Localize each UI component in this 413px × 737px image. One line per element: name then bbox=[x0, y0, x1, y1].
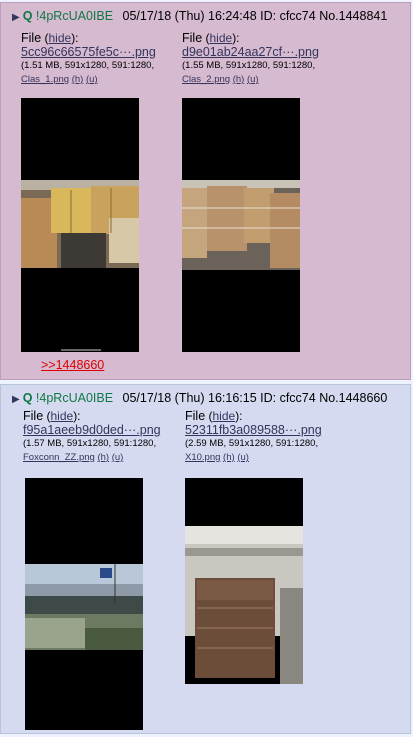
file-meta: (1.51 MB, 591x1280, 591:1280, bbox=[21, 60, 155, 71]
file-info-1: File (hide): f95a1aeeb9d0ded···.png (1.5… bbox=[23, 409, 161, 463]
photo-crowd-outdoor bbox=[25, 564, 143, 650]
file-label: File bbox=[182, 31, 203, 45]
photo-warehouse-boxes bbox=[182, 180, 300, 270]
backlink-reply[interactable]: >>1448660 bbox=[41, 358, 104, 372]
original-filename-link[interactable]: X10.png bbox=[185, 452, 220, 463]
poster-id[interactable]: ID: cfcc74 bbox=[260, 9, 316, 23]
photo-factory-boxes bbox=[185, 526, 303, 684]
h-link[interactable]: (h) bbox=[97, 452, 109, 463]
file-meta: (1.55 MB, 591x1280, 591:1280, bbox=[182, 60, 316, 71]
post-datetime: 05/17/18 (Thu) 16:16:15 bbox=[122, 391, 257, 405]
thumbnail-image-clas-1[interactable] bbox=[21, 98, 139, 352]
file-info-2: File (hide): 52311fb3a089588···.png (2.5… bbox=[185, 409, 322, 463]
triangle-expand-icon[interactable]: ▶ bbox=[12, 12, 20, 23]
hide-link[interactable]: hide bbox=[213, 409, 236, 423]
tripcode: !4pRcUA0IBE bbox=[35, 9, 114, 23]
u-link[interactable]: (u) bbox=[247, 74, 259, 85]
thumbnail-image-foxconn-zz[interactable] bbox=[25, 478, 143, 730]
h-link[interactable]: (h) bbox=[223, 452, 235, 463]
u-link[interactable]: (u) bbox=[237, 452, 249, 463]
tripcode: !4pRcUA0IBE bbox=[35, 391, 114, 405]
post-number[interactable]: No.1448841 bbox=[319, 9, 387, 23]
hide-link[interactable]: hide bbox=[49, 31, 72, 45]
post-header: ▶ Q !4pRcUA0IBE 05/17/18 (Thu) 16:24:48 I… bbox=[12, 9, 387, 23]
original-filename-link[interactable]: Foxconn_ZZ.png bbox=[23, 452, 95, 463]
file-meta: (1.57 MB, 591x1280, 591:1280, bbox=[23, 438, 157, 449]
file-name-link[interactable]: d9e01ab24aa27cf···.png bbox=[182, 45, 319, 59]
thumbnail-image-x10[interactable] bbox=[185, 478, 303, 684]
file-name-link[interactable]: 5cc96c66575fe5c···.png bbox=[21, 45, 156, 59]
hide-link[interactable]: hide bbox=[51, 409, 74, 423]
file-info-1: File (hide): 5cc96c66575fe5c···.png (1.5… bbox=[21, 31, 156, 85]
thumbnail-image-clas-2[interactable] bbox=[182, 98, 300, 352]
file-info-2: File (hide): d9e01ab24aa27cf···.png (1.5… bbox=[182, 31, 319, 85]
photo-warehouse-boxes bbox=[21, 180, 139, 351]
poster-id[interactable]: ID: cfcc74 bbox=[260, 391, 316, 405]
file-meta: (2.59 MB, 591x1280, 591:1280, bbox=[185, 438, 319, 449]
u-link[interactable]: (u) bbox=[86, 74, 98, 85]
original-filename-link[interactable]: Clas_1.png bbox=[21, 74, 69, 85]
file-name-link[interactable]: 52311fb3a089588···.png bbox=[185, 423, 322, 437]
file-name-link[interactable]: f95a1aeeb9d0ded···.png bbox=[23, 423, 161, 437]
u-link[interactable]: (u) bbox=[112, 452, 124, 463]
file-label: File bbox=[23, 409, 44, 423]
file-label: File bbox=[21, 31, 42, 45]
hide-link[interactable]: hide bbox=[210, 31, 233, 45]
h-link[interactable]: (h) bbox=[233, 74, 245, 85]
post-header: ▶ Q !4pRcUA0IBE 05/17/18 (Thu) 16:16:15 I… bbox=[12, 391, 387, 405]
file-label: File bbox=[185, 409, 206, 423]
h-link[interactable]: (h) bbox=[72, 74, 84, 85]
q-mark-icon: Q bbox=[22, 391, 33, 405]
post-datetime: 05/17/18 (Thu) 16:24:48 bbox=[122, 9, 257, 23]
post-1448841: ▶ Q !4pRcUA0IBE 05/17/18 (Thu) 16:24:48 I… bbox=[0, 2, 411, 380]
post-1448660: ▶ Q !4pRcUA0IBE 05/17/18 (Thu) 16:16:15 I… bbox=[0, 384, 411, 734]
original-filename-link[interactable]: Clas_2.png bbox=[182, 74, 230, 85]
triangle-expand-icon[interactable]: ▶ bbox=[12, 394, 20, 405]
q-mark-icon: Q bbox=[22, 9, 33, 23]
post-number[interactable]: No.1448660 bbox=[319, 391, 387, 405]
